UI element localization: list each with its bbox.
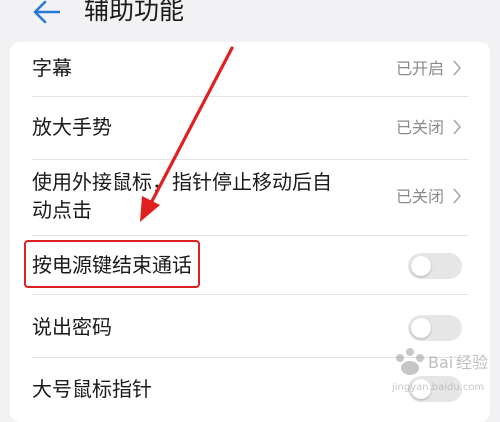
highlight-box [24, 240, 200, 288]
toggle-knob [411, 256, 431, 276]
setting-row-speak-passwords: 说出密码 [10, 295, 490, 357]
back-arrow-icon[interactable] [32, 0, 60, 26]
page-title: 辅助功能 [84, 0, 185, 25]
setting-row-magnify-gesture[interactable]: 放大手势 已关闭 [10, 97, 490, 159]
setting-label: 说出密码 [32, 315, 112, 339]
toggle-knob [411, 379, 431, 399]
setting-label-line1: 使用外接鼠标，指针停止移动后自 [32, 170, 332, 194]
chevron-right-icon [453, 60, 462, 76]
setting-row-auto-click[interactable]: 使用外接鼠标，指针停止移动后自 动点击 已关闭 [10, 160, 490, 235]
setting-label: 放大手势 [32, 115, 112, 139]
setting-row-captions[interactable]: 字幕 已开启 [10, 42, 490, 96]
setting-label: 字幕 [32, 56, 72, 80]
speak-passwords-toggle[interactable] [408, 315, 462, 341]
top-bar: 辅助功能 [0, 0, 500, 40]
chevron-right-icon [453, 188, 462, 204]
toggle-knob [411, 318, 431, 338]
large-mouse-pointer-toggle[interactable] [408, 376, 462, 402]
chevron-right-icon [453, 119, 462, 135]
power-key-end-call-toggle[interactable] [408, 253, 462, 279]
setting-row-large-mouse-pointer: 大号鼠标指针 [10, 358, 490, 420]
setting-label: 大号鼠标指针 [32, 377, 152, 401]
setting-value: 已关闭 [395, 118, 444, 137]
setting-label-line2: 动点击 [32, 198, 92, 222]
setting-value: 已关闭 [395, 187, 444, 206]
settings-list: 字幕 已开启 放大手势 已关闭 使用外接鼠标，指针停止移动后自 动点击 已关闭 … [10, 42, 490, 422]
setting-value: 已开启 [395, 59, 444, 78]
